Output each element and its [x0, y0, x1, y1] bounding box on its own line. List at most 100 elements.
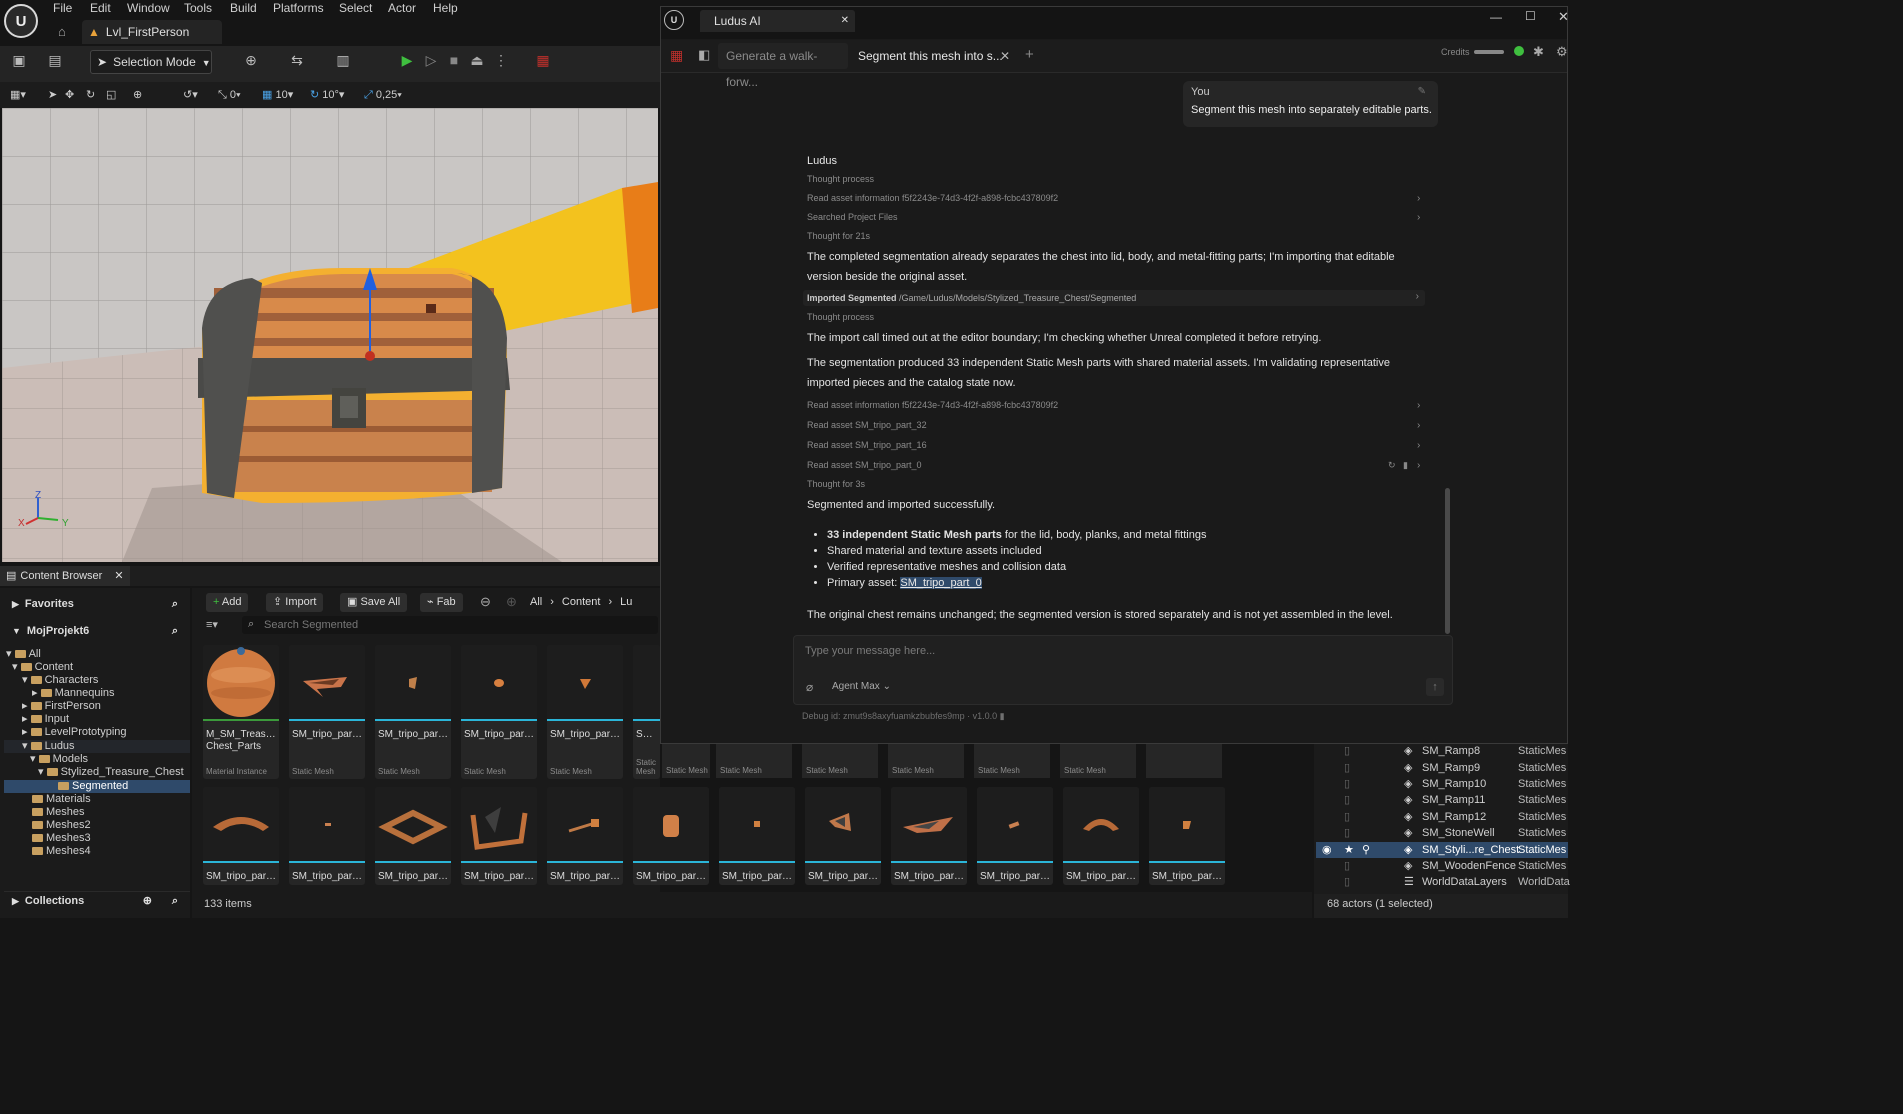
asset-link[interactable]: SM_tripo_part_0 — [900, 577, 982, 589]
chevron-right-icon[interactable]: › — [1417, 420, 1420, 431]
stop-icon[interactable]: ■ — [443, 50, 465, 70]
outliner-row-selected[interactable]: ◉ ★ ⚲ ◈ SM_Styli...re_Chest StaticMes — [1316, 842, 1568, 858]
home-icon[interactable]: ⌂ — [58, 24, 66, 39]
outliner-row[interactable]: ▯ ◈ SM_Ramp12 StaticMes — [1316, 809, 1568, 825]
fab-button[interactable]: ⌁ Fab — [420, 593, 463, 612]
breadcrumb-ludus[interactable]: Lu — [620, 596, 632, 608]
menu-select[interactable]: Select — [339, 0, 372, 16]
asset-tile[interactable]: SM_tripo_part_... — [461, 787, 537, 885]
level-viewport[interactable]: Z X Y — [2, 108, 658, 562]
menu-window[interactable]: Window — [127, 0, 170, 16]
gear-icon[interactable]: ⚙ — [1556, 44, 1568, 60]
thought-duration[interactable]: Thought for 3s — [807, 479, 865, 489]
outliner-row[interactable]: ▯ ◈ SM_Ramp9 StaticMes — [1316, 760, 1568, 776]
select-tool-icon[interactable]: ➤ — [48, 86, 57, 104]
asset-tile[interactable]: SM_tripo_part_... — [375, 787, 451, 885]
asset-tile[interactable]: SM_tripo_part_... — [289, 787, 365, 885]
asset-tile[interactable]: SM_tripo_part_... — [1063, 787, 1139, 885]
asset-tile[interactable]: SM_tripo_part_... — [547, 787, 623, 885]
tree-item-meshes[interactable]: Meshes — [32, 806, 85, 819]
gizmo-pivot[interactable] — [365, 351, 375, 361]
collections-header[interactable]: ▶ Collections ⊕ ⌕ — [4, 891, 190, 910]
eye-icon[interactable]: ◉ — [1322, 842, 1332, 858]
menu-actor[interactable]: Actor — [388, 0, 416, 16]
chat-tab[interactable]: Generate a walk-forw... — [718, 43, 848, 89]
menu-tools[interactable]: Tools — [184, 0, 212, 16]
tree-item-meshes3[interactable]: Meshes3 — [32, 832, 91, 845]
asset-tile[interactable]: SM_tripo_part_3 Static Mesh — [547, 645, 623, 779]
save-all-button[interactable]: ▣ Save All — [340, 593, 408, 612]
selection-mode-dropdown[interactable]: ➤ Selection Mode ▼ — [90, 50, 212, 74]
outliner-row[interactable]: ▯ ◈ SM_Ramp8 StaticMes — [1316, 743, 1568, 759]
search-input[interactable]: ⌕ Search Segmented — [242, 616, 658, 634]
tool-step[interactable]: Read asset SM_tripo_part_0 — [807, 460, 922, 470]
asset-tile[interactable]: SM_tripo_part_1 Static Mesh — [375, 645, 451, 779]
scale-icon[interactable]: ◱ — [106, 86, 116, 104]
tree-item-stylized-treasure-chest[interactable]: ▾ Stylized_Treasure_Chest — [38, 766, 184, 779]
search-icon[interactable]: ⌕ — [172, 892, 178, 910]
asset-tile[interactable]: SM_tripo_part_... — [977, 787, 1053, 885]
asset-tile[interactable]: SM_tripo_part_... — [891, 787, 967, 885]
close-window-icon[interactable]: ✕ — [1558, 9, 1569, 25]
tool-step[interactable]: Searched Project Files — [807, 212, 898, 222]
chat-tab-active[interactable]: Segment this mesh into s... ✕ — [850, 43, 1020, 69]
outliner-row[interactable]: ▯ ☰ WorldDataLayers WorldData — [1316, 874, 1570, 890]
world-local-icon[interactable]: ⊕ — [133, 86, 142, 104]
play-options-icon[interactable]: ⋮ — [490, 50, 512, 70]
trash-icon[interactable]: ▮ — [1403, 460, 1408, 471]
tree-item-all[interactable]: ▾ All — [6, 648, 41, 661]
cinematics-icon[interactable]: ▥ — [332, 50, 354, 70]
asset-tile[interactable]: SM_tripo_part_2 Static Mesh — [461, 645, 537, 779]
search-icon[interactable]: ⌕ — [172, 622, 178, 640]
tree-item-mannequins[interactable]: ▸ Mannequins — [32, 687, 115, 700]
menu-build[interactable]: Build — [230, 0, 257, 16]
import-button[interactable]: ⇪ Import — [266, 593, 324, 612]
chat-input-box[interactable]: Type your message here... ⌀ Agent Max ⌄ … — [793, 635, 1453, 705]
tree-item-content[interactable]: ▾ Content — [12, 661, 73, 674]
add-collection-icon[interactable]: ⊕ — [143, 892, 152, 910]
new-chat-icon[interactable]: + — [1025, 46, 1034, 63]
maximize-icon[interactable]: ☐ — [1525, 9, 1536, 23]
tree-item-segmented[interactable]: Segmented — [4, 780, 190, 793]
sidebar-toggle-icon[interactable]: ◧ — [698, 47, 710, 63]
outliner-row[interactable]: ▯ ◈ SM_Ramp10 StaticMes — [1316, 776, 1568, 792]
imported-segmented-step[interactable]: Imported Segmented /Game/Ludus/Models/St… — [803, 290, 1425, 306]
favorites-header[interactable]: ▶ Favorites ⌕ — [4, 595, 190, 613]
rotation-snap[interactable]: ⤡ 0▾ — [218, 86, 241, 104]
attach-icon[interactable]: ⌀ — [806, 680, 813, 694]
asset-tile[interactable]: SM_tripo_part_... — [1149, 787, 1225, 885]
close-icon[interactable]: ✕ — [841, 10, 849, 32]
tree-item-input[interactable]: ▸ Input — [22, 713, 69, 726]
close-icon[interactable]: ✕ — [114, 570, 123, 582]
tool-step[interactable]: Read asset information f5f2243e-74d3-4f2… — [807, 193, 1058, 203]
agent-mode-dropdown[interactable]: Agent Max ⌄ — [828, 679, 895, 695]
chevron-right-icon[interactable]: › — [1417, 193, 1420, 204]
project-header[interactable]: ▼ MojProjekt6 ⌕ — [4, 622, 190, 640]
chevron-right-icon[interactable]: › — [1417, 440, 1420, 451]
rotate-icon[interactable]: ↻ — [86, 86, 95, 104]
asset-tile[interactable]: SM_tr Static Mesh — [633, 645, 660, 779]
chevron-right-icon[interactable]: › — [1417, 212, 1420, 223]
level-tab[interactable]: ▲ Lvl_FirstPerson — [82, 20, 222, 44]
menu-file[interactable]: File — [53, 0, 72, 16]
tool-step[interactable]: Read asset SM_tripo_part_32 — [807, 420, 927, 430]
step-icon[interactable]: ▷ — [420, 50, 442, 70]
menu-edit[interactable]: Edit — [90, 0, 111, 16]
tree-item-characters[interactable]: ▾ Characters — [22, 674, 98, 687]
menu-platforms[interactable]: Platforms — [273, 0, 324, 16]
refresh-icon[interactable]: ↻ — [1388, 460, 1396, 471]
surface-snap-icon[interactable]: ↺▾ — [183, 86, 198, 104]
ludus-window-tab[interactable]: Ludus AI ✕ — [700, 10, 855, 32]
asset-tile[interactable]: SM_tripo_part_0 Static Mesh — [289, 645, 365, 779]
asset-tile[interactable]: SM_tripo_part_... — [719, 787, 795, 885]
tree-item-meshes2[interactable]: Meshes2 — [32, 819, 91, 832]
copy-icon[interactable]: ▮ — [1000, 711, 1005, 721]
content-icon[interactable]: ▤ — [44, 50, 66, 70]
star-icon[interactable]: ★ — [1344, 842, 1354, 858]
tree-item-models[interactable]: ▾ Models — [30, 753, 88, 766]
close-icon[interactable]: ✕ — [1000, 43, 1010, 69]
menu-help[interactable]: Help — [433, 0, 458, 16]
minimize-icon[interactable]: — — [1490, 10, 1502, 24]
history-back-icon[interactable]: ⊖ — [480, 594, 491, 610]
history-forward-icon[interactable]: ⊕ — [506, 594, 517, 610]
